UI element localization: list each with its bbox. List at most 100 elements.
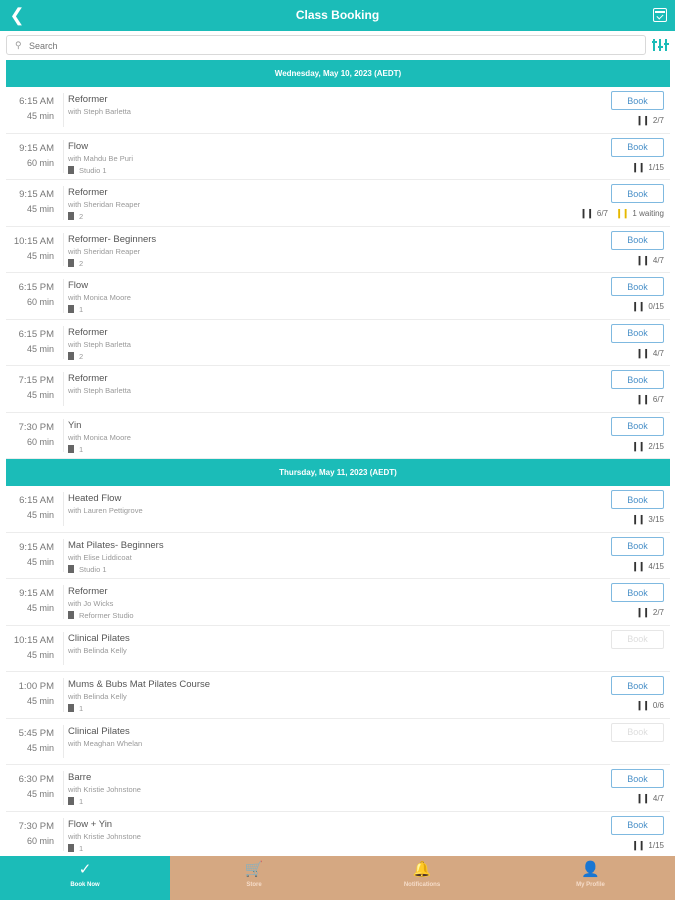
row-divider bbox=[63, 492, 64, 526]
capacity-indicator: ❙❙ 1/15 bbox=[631, 162, 664, 173]
capacity-count: 2/7 bbox=[652, 608, 664, 617]
class-row: 9:15 AM 45 min Reformer with Sheridan Reape… bbox=[6, 180, 670, 227]
class-duration: 45 min bbox=[26, 250, 54, 261]
class-duration: 45 min bbox=[26, 603, 54, 613]
class-name: Reformer bbox=[68, 586, 108, 597]
book-button[interactable]: Book bbox=[611, 184, 664, 203]
book-button[interactable]: Book bbox=[611, 137, 664, 157]
tab-label: My Profile bbox=[576, 882, 605, 888]
capacity-indicator: ❙❙ 2/7 bbox=[636, 607, 664, 618]
class-row: 9:15 AM 45 min Mat Pilates- Beginners with … bbox=[6, 533, 670, 579]
top-app-bar: ❮ Class Booking bbox=[0, 0, 675, 31]
capacity-count: 4/15 bbox=[648, 561, 664, 571]
class-instructor: with Monica Moore bbox=[68, 293, 131, 302]
class-name: Flow bbox=[68, 280, 89, 291]
people-icon: ❙❙ bbox=[631, 161, 645, 172]
search-input[interactable] bbox=[29, 38, 629, 53]
class-location: 2 bbox=[68, 212, 83, 221]
row-divider bbox=[63, 678, 64, 712]
class-instructor: with Kristie Johnstone bbox=[68, 831, 141, 841]
class-name: Clinical Pilates bbox=[68, 725, 130, 737]
book-button: Book bbox=[611, 629, 664, 649]
waitlist-people-icon: ❙❙ bbox=[615, 208, 629, 218]
class-duration: 45 min bbox=[26, 789, 54, 799]
book-button[interactable]: Book bbox=[611, 769, 664, 788]
capacity-count: 3/15 bbox=[648, 515, 664, 524]
class-duration: 45 min bbox=[26, 343, 54, 354]
class-duration: 60 min bbox=[26, 835, 54, 846]
class-duration: 45 min bbox=[26, 556, 54, 567]
door-icon bbox=[68, 444, 74, 453]
class-instructor: with Elise Liddicoat bbox=[68, 552, 132, 562]
waitlist-count: 1 waiting bbox=[632, 209, 664, 218]
capacity-count: 0/6 bbox=[652, 701, 664, 710]
class-time: 6:15 PM bbox=[18, 328, 54, 340]
row-divider bbox=[63, 93, 64, 127]
class-instructor: with Mahdu Be Puri bbox=[68, 153, 134, 163]
row-divider bbox=[63, 372, 64, 406]
class-duration: 60 min bbox=[26, 436, 54, 447]
book-button[interactable]: Book bbox=[611, 583, 664, 602]
book-button[interactable]: Book bbox=[611, 370, 664, 389]
people-icon: ❙❙ bbox=[579, 208, 594, 218]
class-location: Reformer Studio bbox=[68, 611, 134, 620]
row-divider bbox=[63, 325, 64, 359]
row-divider bbox=[63, 418, 64, 452]
book-button[interactable]: Book bbox=[611, 323, 664, 343]
bell-icon: 🔔 bbox=[412, 861, 432, 878]
day-header: Wednesday, May 10, 2023 (AEDT) bbox=[6, 60, 670, 87]
class-name: Flow + Yin bbox=[68, 818, 113, 830]
tab-book-now[interactable]: ✓ Book Now bbox=[0, 856, 170, 900]
row-divider bbox=[63, 631, 64, 665]
class-row: 10:15 AM 45 min Clinical Pilates with Belin… bbox=[6, 626, 670, 672]
class-time: 6:15 PM bbox=[18, 282, 54, 293]
capacity-indicator: ❙❙ 6/7 bbox=[580, 208, 608, 219]
book-button[interactable]: Book bbox=[611, 536, 664, 556]
person-icon: 👤 bbox=[581, 861, 600, 878]
class-location: 2 bbox=[68, 351, 84, 361]
tab-store[interactable]: 🛒 Store bbox=[170, 856, 338, 900]
class-name: Heated Flow bbox=[68, 493, 122, 504]
class-duration: 45 min bbox=[26, 742, 54, 753]
class-duration: 60 min bbox=[26, 157, 54, 168]
calendar-check-icon[interactable] bbox=[653, 8, 667, 22]
book-button[interactable]: Book bbox=[611, 490, 664, 509]
book-button[interactable]: Book bbox=[611, 416, 664, 436]
book-button[interactable]: Book bbox=[611, 815, 664, 835]
class-location: 1 bbox=[68, 305, 83, 314]
tab-notifications[interactable]: 🔔 Notifications bbox=[338, 856, 506, 900]
class-row: 6:30 PM 45 min Barre with Kristie Johnstone… bbox=[6, 765, 670, 812]
book-button[interactable]: Book bbox=[611, 230, 664, 250]
book-button[interactable]: Book bbox=[611, 676, 664, 695]
class-row: 5:45 PM 45 min Clinical Pilates with Meagha… bbox=[6, 719, 670, 765]
class-instructor: with Lauren Pettigrove bbox=[68, 506, 143, 515]
class-instructor: with Monica Moore bbox=[68, 432, 131, 442]
row-divider bbox=[63, 724, 64, 758]
class-name: Reformer bbox=[68, 326, 108, 338]
class-name: Mums & Bubs Mat Pilates Course bbox=[68, 679, 211, 690]
location-label: 1 bbox=[79, 843, 84, 853]
capacity-count: 1/15 bbox=[648, 840, 664, 850]
book-button[interactable]: Book bbox=[611, 91, 664, 110]
row-divider bbox=[63, 538, 64, 572]
class-name: Reformer bbox=[68, 94, 108, 105]
tab-my-profile[interactable]: 👤 My Profile bbox=[506, 856, 675, 900]
class-duration: 45 min bbox=[26, 649, 54, 660]
location-label: 1 bbox=[79, 444, 84, 454]
people-icon: ❙❙ bbox=[631, 440, 645, 451]
class-instructor: with Sheridan Reaper bbox=[68, 246, 141, 256]
capacity-indicator: ❙❙ 4/15 bbox=[631, 561, 664, 572]
door-icon bbox=[68, 258, 74, 267]
capacity-indicator: ❙❙ 2/7 bbox=[636, 115, 664, 126]
people-icon: ❙❙ bbox=[635, 700, 650, 710]
class-name: Flow bbox=[68, 140, 89, 152]
filter-sliders-icon[interactable] bbox=[652, 37, 669, 53]
book-button[interactable]: Book bbox=[611, 277, 664, 296]
location-label: 2 bbox=[79, 351, 84, 361]
door-icon bbox=[68, 704, 74, 712]
row-divider bbox=[63, 232, 64, 266]
tab-label: Store bbox=[246, 882, 262, 888]
class-time: 7:30 PM bbox=[18, 421, 54, 433]
class-instructor: with Sheridan Reaper bbox=[68, 200, 141, 209]
class-instructor: with Belinda Kelly bbox=[68, 692, 127, 701]
